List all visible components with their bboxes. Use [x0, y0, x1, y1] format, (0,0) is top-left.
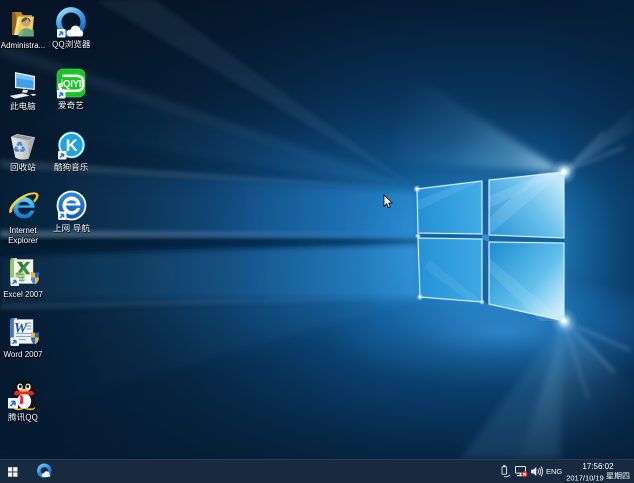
svg-text:iQIYI: iQIYI [61, 79, 82, 90]
svg-text:ENG: ENG [546, 467, 562, 476]
svg-text:K: K [66, 136, 79, 155]
